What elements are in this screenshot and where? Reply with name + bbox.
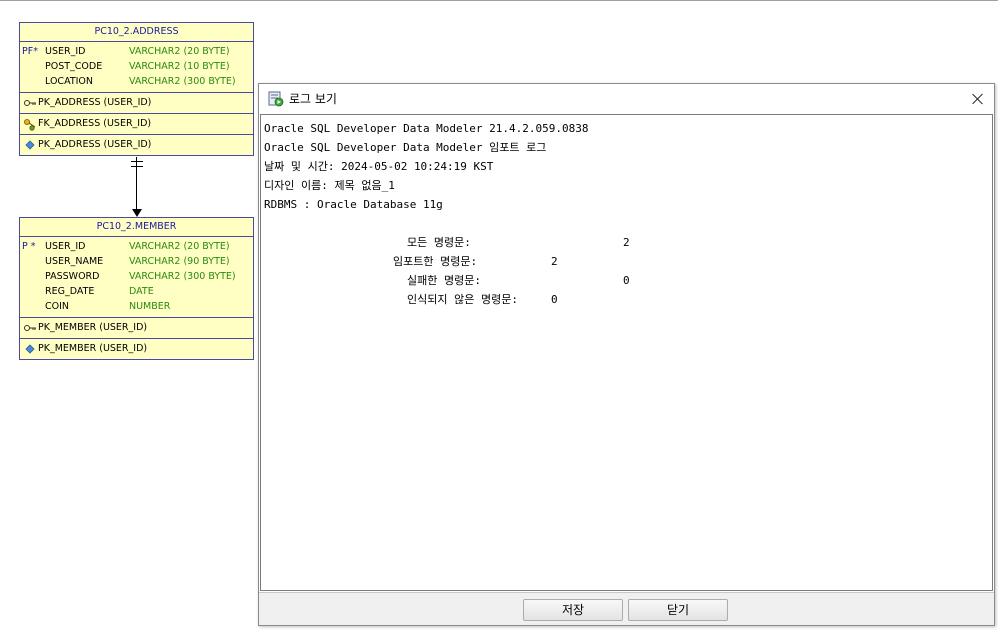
column-name: LOCATION — [45, 76, 94, 87]
member-table-title: PC10_2.MEMBER — [20, 218, 253, 237]
table-column-row[interactable]: PASSWORD VARCHAR2 (300 BYTE) — [20, 269, 253, 284]
table-column-row[interactable]: PF* USER_ID VARCHAR2 (20 BYTE) — [20, 44, 253, 59]
column-name: USER_NAME — [45, 256, 104, 267]
column-name: POST_CODE — [45, 61, 103, 72]
log-viewer-dialog: 로그 보기 Oracle SQL Developer Data Modeler … — [258, 83, 995, 626]
key-icon — [24, 325, 36, 331]
table-column-row[interactable]: USER_NAME VARCHAR2 (90 BYTE) — [20, 254, 253, 269]
member-table[interactable]: PC10_2.MEMBER P * USER_ID VARCHAR2 (20 B… — [19, 217, 254, 360]
primary-key-label: PK_MEMBER (USER_ID) — [38, 322, 148, 333]
stat-label: 임포트한 명령문: — [393, 255, 478, 268]
primary-key-label: PK_ADDRESS (USER_ID) — [38, 97, 152, 108]
log-text-area[interactable]: Oracle SQL Developer Data Modeler 21.4.2… — [260, 114, 993, 591]
column-type: VARCHAR2 (10 BYTE) — [129, 61, 230, 72]
table-column-row[interactable]: REG_DATE DATE — [20, 284, 253, 299]
column-type: VARCHAR2 (20 BYTE) — [129, 241, 230, 252]
table-column-row[interactable]: LOCATION VARCHAR2 (300 BYTE) — [20, 74, 253, 89]
column-type: VARCHAR2 (90 BYTE) — [129, 256, 230, 267]
relationship-line[interactable] — [136, 157, 137, 209]
relationship-one-mark — [131, 161, 143, 162]
foreign-key-icon — [24, 119, 36, 131]
address-table-title: PC10_2.ADDRESS — [20, 23, 253, 42]
index-diamond-icon — [25, 344, 35, 354]
index-label: PK_MEMBER (USER_ID) — [38, 343, 148, 354]
primary-key-row[interactable]: PK_ADDRESS (USER_ID) — [20, 93, 253, 114]
column-type: NUMBER — [129, 301, 171, 312]
log-line: RDBMS : Oracle Database 11g — [264, 198, 443, 211]
index-row[interactable]: PK_ADDRESS (USER_ID) — [20, 135, 253, 155]
member-columns: P * USER_ID VARCHAR2 (20 BYTE) USER_NAME… — [20, 237, 253, 318]
close-icon[interactable] — [968, 89, 988, 109]
log-line: Oracle SQL Developer Data Modeler 임포트 로그 — [264, 141, 547, 154]
top-divider — [0, 0, 998, 1]
foreign-key-row[interactable]: FK_ADDRESS (USER_ID) — [20, 114, 253, 135]
dialog-title: 로그 보기 — [289, 92, 337, 106]
column-type: VARCHAR2 (20 BYTE) — [129, 46, 230, 57]
close-button[interactable]: 닫기 — [628, 599, 728, 621]
log-line: Oracle SQL Developer Data Modeler 21.4.2… — [264, 122, 589, 135]
address-table[interactable]: PC10_2.ADDRESS PF* USER_ID VARCHAR2 (20 … — [19, 22, 254, 156]
column-name: USER_ID — [45, 241, 86, 252]
stat-label: 인식되지 않은 명령문: — [407, 293, 518, 306]
column-name: COIN — [45, 301, 70, 312]
stat-value: 0 — [623, 274, 630, 287]
index-label: PK_ADDRESS (USER_ID) — [38, 139, 152, 150]
primary-key-row[interactable]: PK_MEMBER (USER_ID) — [20, 318, 253, 339]
index-diamond-icon — [25, 140, 35, 150]
relationship-one-mark — [131, 166, 143, 167]
column-name: USER_ID — [45, 46, 86, 57]
relationship-arrow-icon — [132, 209, 142, 217]
log-line: 디자인 이름: 제목 없음_1 — [264, 179, 395, 192]
table-column-row[interactable]: COIN NUMBER — [20, 299, 253, 314]
dialog-titlebar[interactable]: 로그 보기 — [259, 84, 994, 114]
key-icon — [24, 100, 36, 106]
stat-label: 모든 명령문: — [407, 236, 471, 249]
column-type: VARCHAR2 (300 BYTE) — [129, 76, 236, 87]
stat-label: 실패한 명령문: — [407, 274, 481, 287]
dialog-footer: 저장 닫기 — [259, 592, 994, 625]
column-name: REG_DATE — [45, 286, 95, 297]
index-row[interactable]: PK_MEMBER (USER_ID) — [20, 339, 253, 359]
column-name: PASSWORD — [45, 271, 100, 282]
column-type: DATE — [129, 286, 154, 297]
stat-value: 2 — [623, 236, 630, 249]
table-column-row[interactable]: POST_CODE VARCHAR2 (10 BYTE) — [20, 59, 253, 74]
log-icon — [268, 91, 284, 107]
address-columns: PF* USER_ID VARCHAR2 (20 BYTE) POST_CODE… — [20, 42, 253, 93]
column-type: VARCHAR2 (300 BYTE) — [129, 271, 236, 282]
column-key-flag: PF* — [22, 46, 38, 57]
save-button[interactable]: 저장 — [523, 599, 623, 621]
table-column-row[interactable]: P * USER_ID VARCHAR2 (20 BYTE) — [20, 239, 253, 254]
stat-value: 0 — [551, 293, 558, 306]
foreign-key-label: FK_ADDRESS (USER_ID) — [38, 118, 152, 129]
stat-value: 2 — [551, 255, 558, 268]
log-line: 날짜 및 시간: 2024-05-02 10:24:19 KST — [264, 160, 494, 173]
column-key-flag: P * — [22, 241, 36, 252]
